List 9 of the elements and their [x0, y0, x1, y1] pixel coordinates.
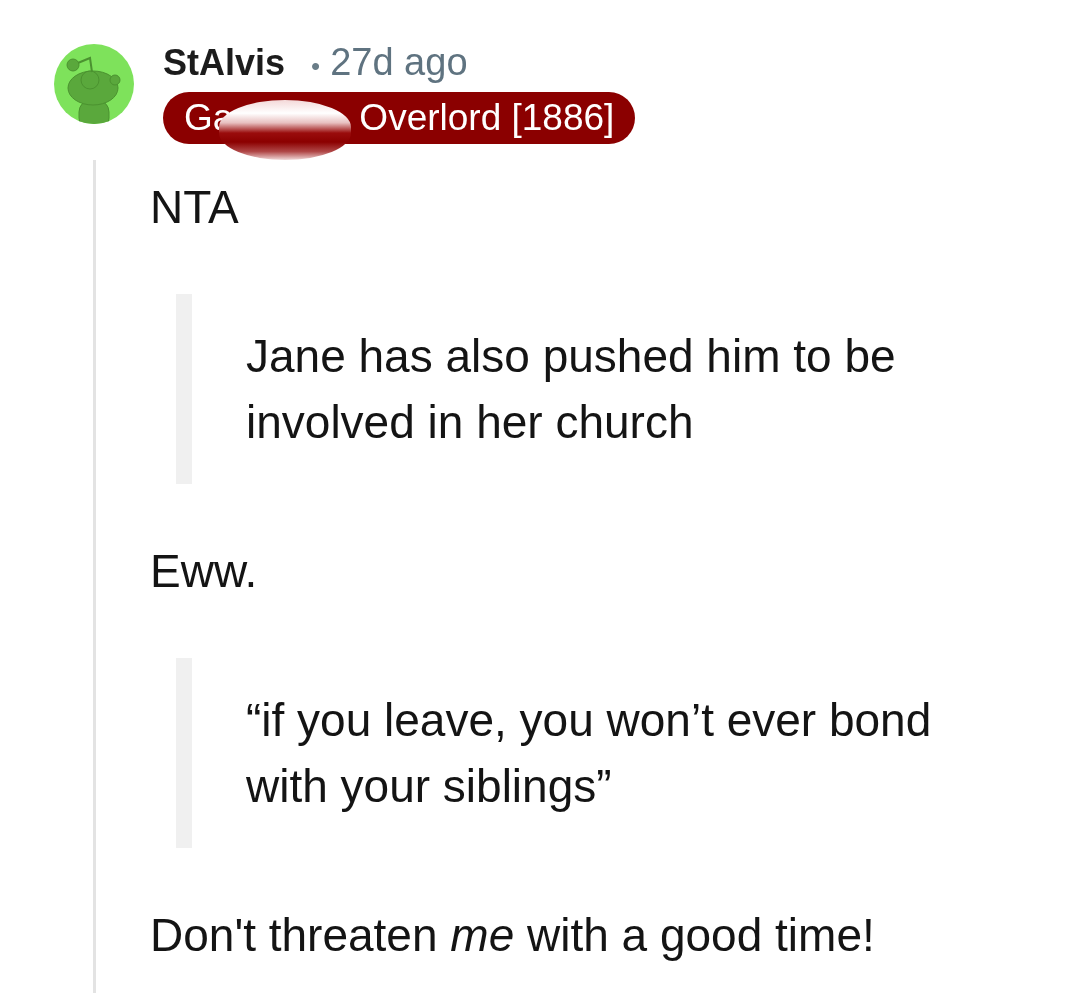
comment-age: 27d ago	[330, 40, 468, 84]
block-quote: Jane has also pushed him to be involved in her church	[176, 294, 976, 484]
comment-paragraph: Don't threaten me with a good time!	[150, 908, 876, 963]
comment-paragraph: NTA	[150, 180, 240, 235]
separator-dot: •	[311, 50, 321, 83]
avatar-icon[interactable]	[54, 44, 134, 124]
comment-paragraph: Eww.	[150, 544, 259, 599]
username-link[interactable]: StAlvis	[163, 41, 286, 85]
block-quote: “if you leave, you won’t ever bond with your siblings”	[176, 658, 976, 848]
